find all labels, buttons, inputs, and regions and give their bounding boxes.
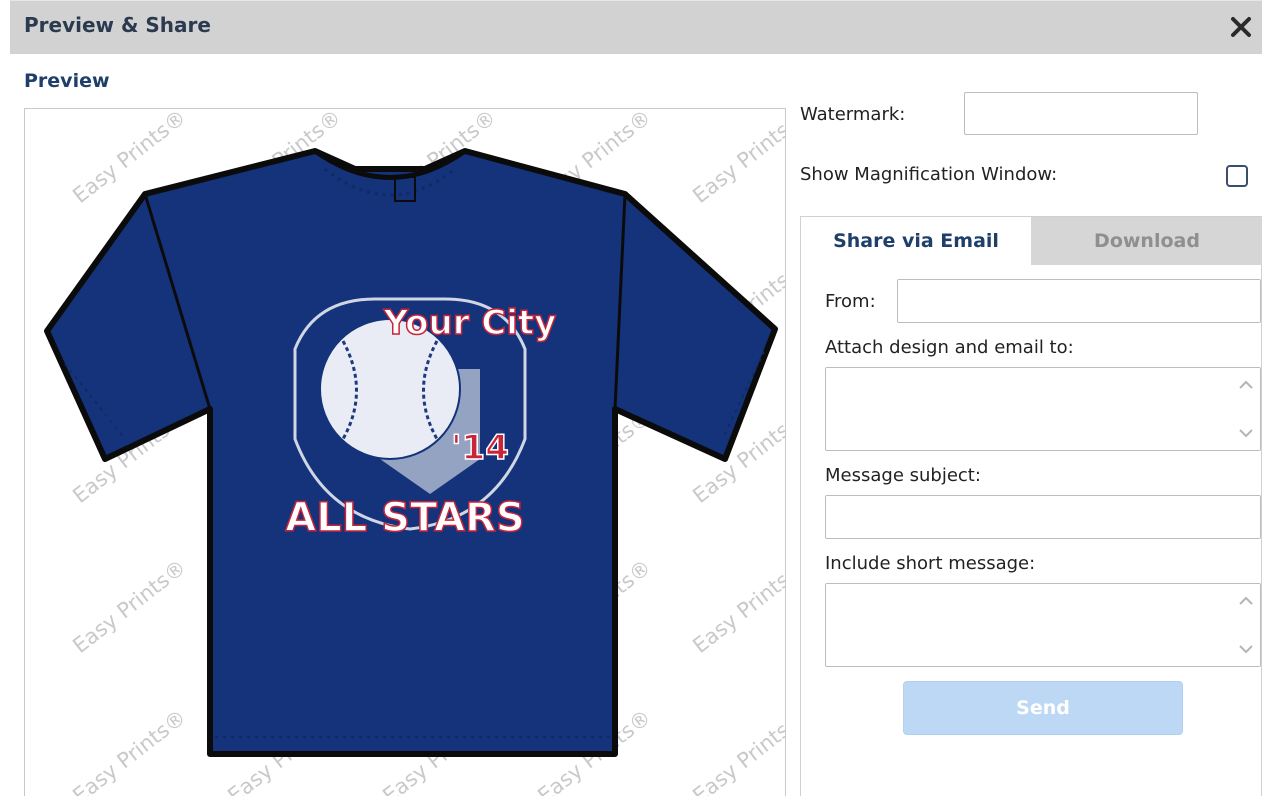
design-line1: Your City <box>383 303 557 343</box>
watermark-text: Easy Prints® <box>688 555 786 658</box>
preview-heading: Preview <box>24 70 110 92</box>
subject-label: Message subject: <box>825 465 981 486</box>
chevron-down-icon[interactable] <box>1237 424 1255 442</box>
preview-canvas: Easy Prints® Easy Prints® Easy Prints® Easy… <box>24 108 786 796</box>
from-input[interactable] <box>897 279 1261 323</box>
chevron-up-icon[interactable] <box>1237 376 1255 394</box>
watermark-label: Watermark: <box>800 104 906 125</box>
attach-label: Attach design and email to: <box>825 337 1074 358</box>
message-textarea[interactable] <box>825 583 1261 667</box>
tshirt-image: Your City '14 ALL STARS <box>44 148 778 757</box>
attach-scrollbar[interactable] <box>1234 370 1258 448</box>
message-label: Include short message: <box>825 553 1036 574</box>
close-icon[interactable] <box>1226 9 1256 45</box>
attach-email-textarea[interactable] <box>825 367 1261 451</box>
watermark-text: Easy Prints® <box>688 109 786 208</box>
watermark-input[interactable] <box>964 92 1198 135</box>
magnification-checkbox[interactable] <box>1226 165 1248 187</box>
subject-input[interactable] <box>825 495 1261 539</box>
message-scrollbar[interactable] <box>1234 586 1258 664</box>
from-label: From: <box>825 291 876 312</box>
tab-share-via-email[interactable]: Share via Email <box>801 217 1031 265</box>
chevron-up-icon[interactable] <box>1237 592 1255 610</box>
tab-download[interactable]: Download <box>1031 217 1262 265</box>
magnification-label: Show Magnification Window: <box>800 164 1058 185</box>
send-button[interactable]: Send <box>903 681 1183 735</box>
share-panel: Share via Email Download From: Attach de… <box>800 216 1262 796</box>
dialog-title: Preview & Share <box>24 13 211 37</box>
chevron-down-icon[interactable] <box>1237 640 1255 658</box>
watermark-text: Easy Prints® <box>68 705 190 796</box>
design-line2: '14 <box>451 428 509 468</box>
design-line3: ALL STARS <box>285 495 524 541</box>
watermark-text: Easy Prints® <box>68 555 190 658</box>
dialog-titlebar: Preview & Share <box>10 0 1262 54</box>
preview-share-dialog: Preview & Share Preview Easy Prints® Easy… <box>10 0 1262 796</box>
watermark-text: Easy Prints® <box>688 705 786 796</box>
